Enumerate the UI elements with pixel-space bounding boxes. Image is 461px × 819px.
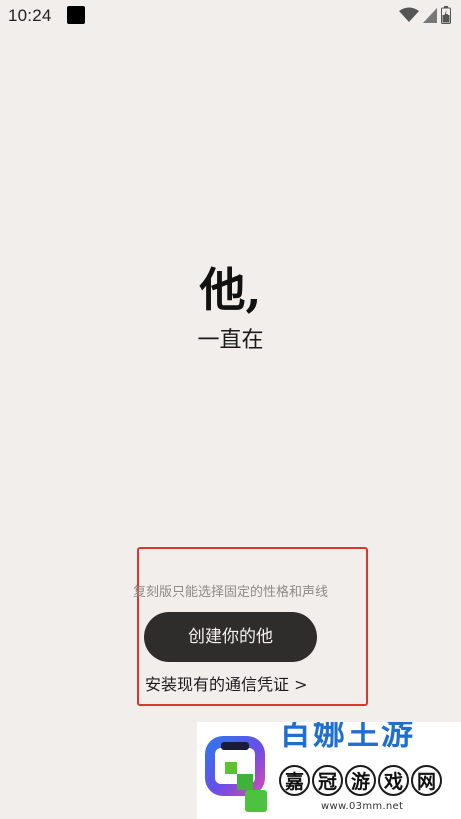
watermark: 百娜王游 嘉 冠 游 戏 网 www.03mm.net: [197, 722, 461, 819]
wifi-icon: [399, 7, 419, 22]
hero-title: 他,: [199, 263, 262, 317]
notification-square-icon: [67, 6, 85, 24]
watermark-brand-char: 嘉: [279, 765, 310, 796]
watermark-top-text: 百娜王游: [279, 722, 416, 752]
hero-subtitle: 一直在: [197, 328, 264, 353]
watermark-brand-char: 游: [345, 765, 376, 796]
watermark-brand-char: 冠: [312, 765, 343, 796]
watermark-url: www.03mm.net: [321, 801, 404, 812]
watermark-logo-icon: [205, 736, 267, 812]
status-icons: [399, 6, 451, 24]
hint-text: 复刻版只能选择固定的性格和声线: [132, 585, 328, 600]
watermark-brand-char: 戏: [378, 765, 409, 796]
watermark-brand: 嘉 冠 游 戏 网: [279, 765, 442, 796]
install-credential-link[interactable]: 安装现有的通信凭证 >: [145, 674, 308, 696]
watermark-brand-char: 网: [411, 765, 442, 796]
app-screen: 10:24 他, 一直在 复刻版只能选择固定的性格和声线 创建你的他 安装现有的…: [0, 0, 461, 819]
battery-icon: [441, 6, 451, 24]
status-time: 10:24: [8, 6, 52, 25]
create-button[interactable]: 创建你的他: [144, 612, 317, 662]
status-bar: 10:24: [0, 0, 461, 30]
cellular-signal-icon: [423, 7, 437, 23]
